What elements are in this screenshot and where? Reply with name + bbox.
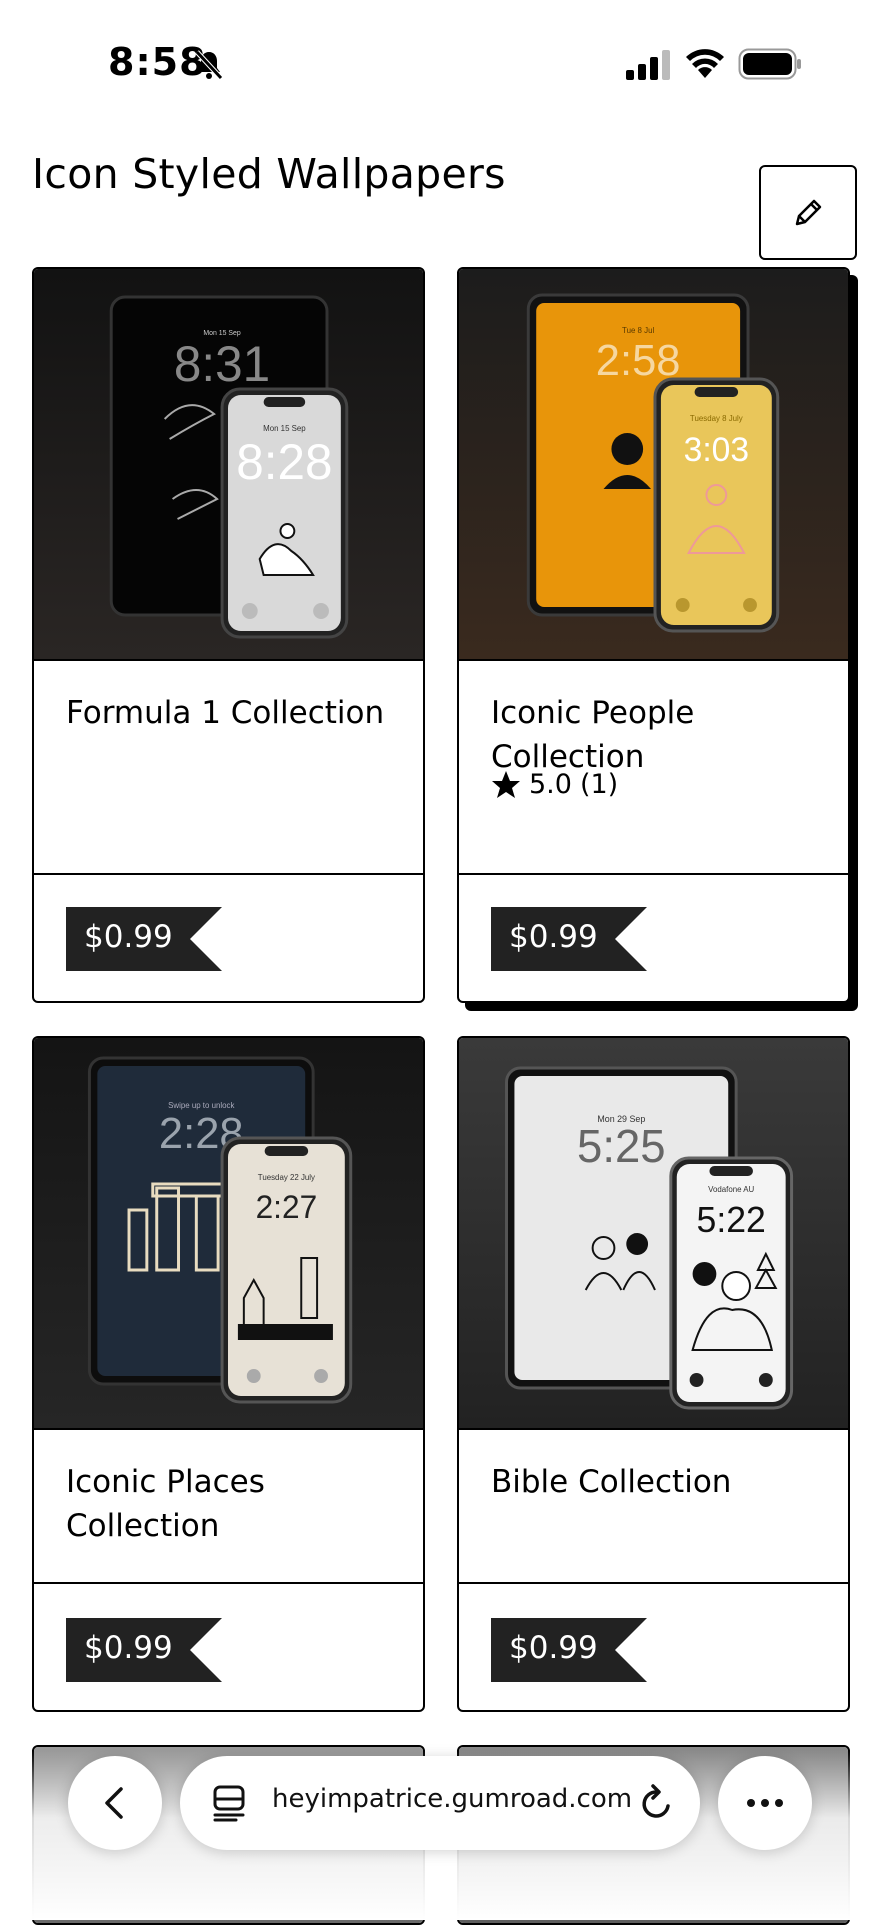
card-divider	[34, 1582, 423, 1584]
more-button[interactable]	[718, 1756, 812, 1850]
url-text[interactable]: heyimpatrice.gumroad.com	[272, 1784, 632, 1814]
product-title[interactable]: Formula 1 Collection	[66, 691, 396, 735]
svg-text:8:28: 8:28	[236, 434, 332, 490]
page-title: Icon Styled Wallpapers	[32, 150, 506, 198]
wifi-icon	[686, 49, 724, 78]
product-card-iconic-people[interactable]: Tue 8 Jul 2:58 Tuesday 8 July 3:03 Iconi…	[457, 267, 850, 1003]
star-icon	[492, 770, 520, 798]
card-divider	[459, 1582, 848, 1584]
pencil-icon	[795, 199, 822, 225]
battery-icon	[738, 48, 801, 80]
status-bar: 8:58	[0, 0, 883, 120]
card-divider	[459, 873, 848, 875]
svg-text:Vodafone AU: Vodafone AU	[708, 1185, 754, 1194]
product-title[interactable]: Bible Collection	[491, 1460, 821, 1504]
product-thumbnail[interactable]: Mon 15 Sep 8:31 Mon 15 Sep 8:28	[34, 269, 423, 661]
tabs-icon	[213, 1785, 245, 1822]
price-label: $0.99	[509, 919, 598, 955]
rating-count: (1)	[579, 769, 619, 800]
address-bar[interactable]: heyimpatrice.gumroad.com	[180, 1756, 700, 1850]
product-rating: 5.0 (1)	[491, 769, 618, 800]
product-title[interactable]: Iconic People Collection	[491, 691, 821, 779]
chevron-left-icon	[105, 1787, 123, 1819]
svg-text:5:25: 5:25	[577, 1121, 666, 1172]
product-card-bible[interactable]: Mon 29 Sep 5:25 Vodafone AU 5:22 Bible C…	[457, 1036, 850, 1712]
more-icon	[747, 1799, 783, 1807]
product-card-formula-1[interactable]: Mon 15 Sep 8:31 Mon 15 Sep 8:28 Formula …	[32, 267, 425, 1003]
svg-text:8:31: 8:31	[174, 336, 270, 392]
signal-icon	[626, 50, 670, 80]
svg-text:5:22: 5:22	[697, 1200, 766, 1240]
price-label: $0.99	[509, 1630, 598, 1666]
product-title[interactable]: Iconic Places Collection	[66, 1460, 396, 1548]
rating-value: 5.0	[529, 769, 572, 800]
svg-text:3:03: 3:03	[684, 431, 749, 469]
product-card-iconic-places[interactable]: Swipe up to unlock 2:28 Tuesday 22 July …	[32, 1036, 425, 1712]
svg-text:Tuesday 8 July: Tuesday 8 July	[690, 414, 743, 423]
edit-button[interactable]	[759, 165, 857, 260]
product-thumbnail[interactable]: Swipe up to unlock 2:28 Tuesday 22 July …	[34, 1038, 423, 1430]
reload-icon[interactable]	[638, 1782, 676, 1824]
price-label: $0.99	[84, 1630, 173, 1666]
svg-text:Tue 8 Jul: Tue 8 Jul	[622, 326, 654, 335]
bell-muted-icon	[195, 50, 223, 80]
svg-text:Tuesday 22 July: Tuesday 22 July	[258, 1173, 315, 1182]
back-button[interactable]	[68, 1756, 162, 1850]
card-divider	[34, 873, 423, 875]
svg-text:Mon 15 Sep: Mon 15 Sep	[263, 424, 306, 433]
svg-text:2:58: 2:58	[596, 336, 681, 385]
price-label: $0.99	[84, 919, 173, 955]
svg-text:2:27: 2:27	[256, 1189, 318, 1225]
product-thumbnail[interactable]: Tue 8 Jul 2:58 Tuesday 8 July 3:03	[459, 269, 848, 661]
product-thumbnail[interactable]: Mon 29 Sep 5:25 Vodafone AU 5:22	[459, 1038, 848, 1430]
